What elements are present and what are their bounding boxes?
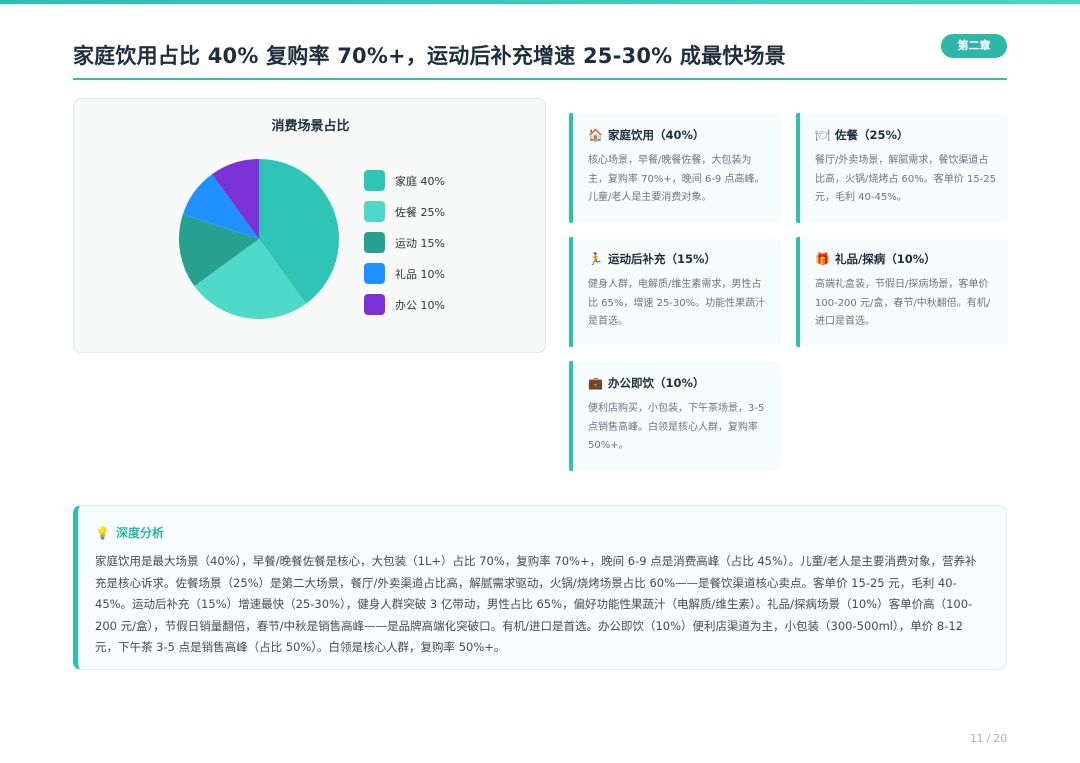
scene-description: 核心场景，早餐/晚餐佐餐，大包装为主，复购率 70%+，晚间 6-9 点高峰。儿…	[588, 155, 765, 203]
scene-card: 🏠 家庭饮用（40%） 核心场景，早餐/晚餐佐餐，大包装为主，复购率 70%+，晚间…	[569, 113, 781, 223]
scene-title: 礼品/探病（10%）	[835, 252, 936, 266]
scene-title: 办公即饮（10%）	[608, 376, 705, 390]
legend-label: 运动 15%	[395, 236, 445, 250]
lightbulb-icon: 💡	[95, 525, 110, 540]
legend-item: 办公 10%	[364, 289, 445, 320]
legend-label: 家庭 40%	[395, 174, 445, 188]
scene-card-header: 🏃 运动后补充（15%）	[588, 251, 771, 267]
legend-swatch	[364, 201, 385, 222]
scene-title: 家庭饮用（40%）	[608, 128, 705, 142]
legend-label: 礼品 10%	[395, 267, 445, 281]
scene-card-header: 💼 办公即饮（10%）	[588, 375, 771, 391]
legend-item: 运动 15%	[364, 227, 445, 258]
legend-label: 办公 10%	[395, 298, 445, 312]
scene-card-header: 🍽 佐餐（25%）	[815, 127, 998, 143]
legend-swatch	[364, 170, 385, 191]
scene-card: 🏃 运动后补充（15%） 健身人群，电解质/维生素需求，男性占比 65%，增速 25…	[569, 237, 781, 347]
analysis-header: 💡 深度分析	[95, 524, 988, 541]
plate-icon: 🍽	[815, 128, 831, 142]
analysis-title: 深度分析	[115, 526, 164, 540]
scene-card: 🍽 佐餐（25%） 餐厅/外卖场景，解腻需求，餐饮渠道占比高，火锅/烧烤占 60%。…	[796, 113, 1008, 223]
page-title: 家庭饮用占比 40% 复购率 70%+，运动后补充增速 25-30% 成最快场景	[73, 44, 786, 68]
scene-title: 佐餐（25%）	[835, 128, 909, 142]
scene-description: 健身人群，电解质/维生素需求，男性占比 65%，增速 25-30%。功能性果蔬汁…	[588, 279, 766, 327]
chapter-badge: 第二章	[941, 34, 1007, 58]
scene-card-header: 🏠 家庭饮用（40%）	[588, 127, 771, 143]
legend-swatch	[364, 263, 385, 284]
top-accent-bar	[0, 0, 1080, 4]
legend-swatch	[364, 294, 385, 315]
scene-card: 🎁 礼品/探病（10%） 高端礼盒装，节假日/探病场景，客单价 100-200 元/…	[796, 237, 1008, 347]
analysis-body: 家庭饮用是最大场景（40%），早餐/晚餐佐餐是核心，大包装（1L+）占比 70%…	[95, 554, 977, 654]
analysis-box: 💡 深度分析 家庭饮用是最大场景（40%），早餐/晚餐佐餐是核心，大包装（1L+…	[73, 505, 1007, 670]
scene-title: 运动后补充（15%）	[608, 252, 717, 266]
legend-item: 礼品 10%	[364, 258, 445, 289]
pie-chart-card: 消费场景占比 家庭 40% 佐餐 25% 运动 15% 礼品 10% 办公 10%	[73, 98, 546, 353]
chart-legend: 家庭 40% 佐餐 25% 运动 15% 礼品 10% 办公 10%	[364, 165, 445, 320]
legend-label: 佐餐 25%	[395, 205, 445, 219]
scene-card-header: 🎁 礼品/探病（10%）	[815, 251, 998, 267]
page-number: 11 / 20	[970, 733, 1007, 745]
scene-card: 💼 办公即饮（10%） 便利店购买，小包装，下午茶场景，3-5 点销售高峰。白领是核…	[569, 361, 781, 471]
runner-icon: 🏃	[588, 252, 603, 266]
page-header: 家庭饮用占比 40% 复购率 70%+，运动后补充增速 25-30% 成最快场景…	[73, 34, 1007, 80]
scene-description: 高端礼盒装，节假日/探病场景，客单价 100-200 元/盒，春节/中秋翻倍。有…	[815, 279, 991, 327]
house-icon: 🏠	[588, 128, 603, 142]
pie-chart	[179, 159, 340, 319]
legend-item: 家庭 40%	[364, 165, 445, 196]
legend-swatch	[364, 232, 385, 253]
legend-item: 佐餐 25%	[364, 196, 445, 227]
scene-description: 便利店购买，小包装，下午茶场景，3-5 点销售高峰。白领是核心人群，复购率 50…	[588, 403, 765, 451]
gift-icon: 🎁	[815, 252, 830, 266]
scene-description: 餐厅/外卖场景，解腻需求，餐饮渠道占比高，火锅/烧烤占 60%。客单价 15-2…	[815, 155, 997, 203]
briefcase-icon: 💼	[588, 376, 603, 390]
